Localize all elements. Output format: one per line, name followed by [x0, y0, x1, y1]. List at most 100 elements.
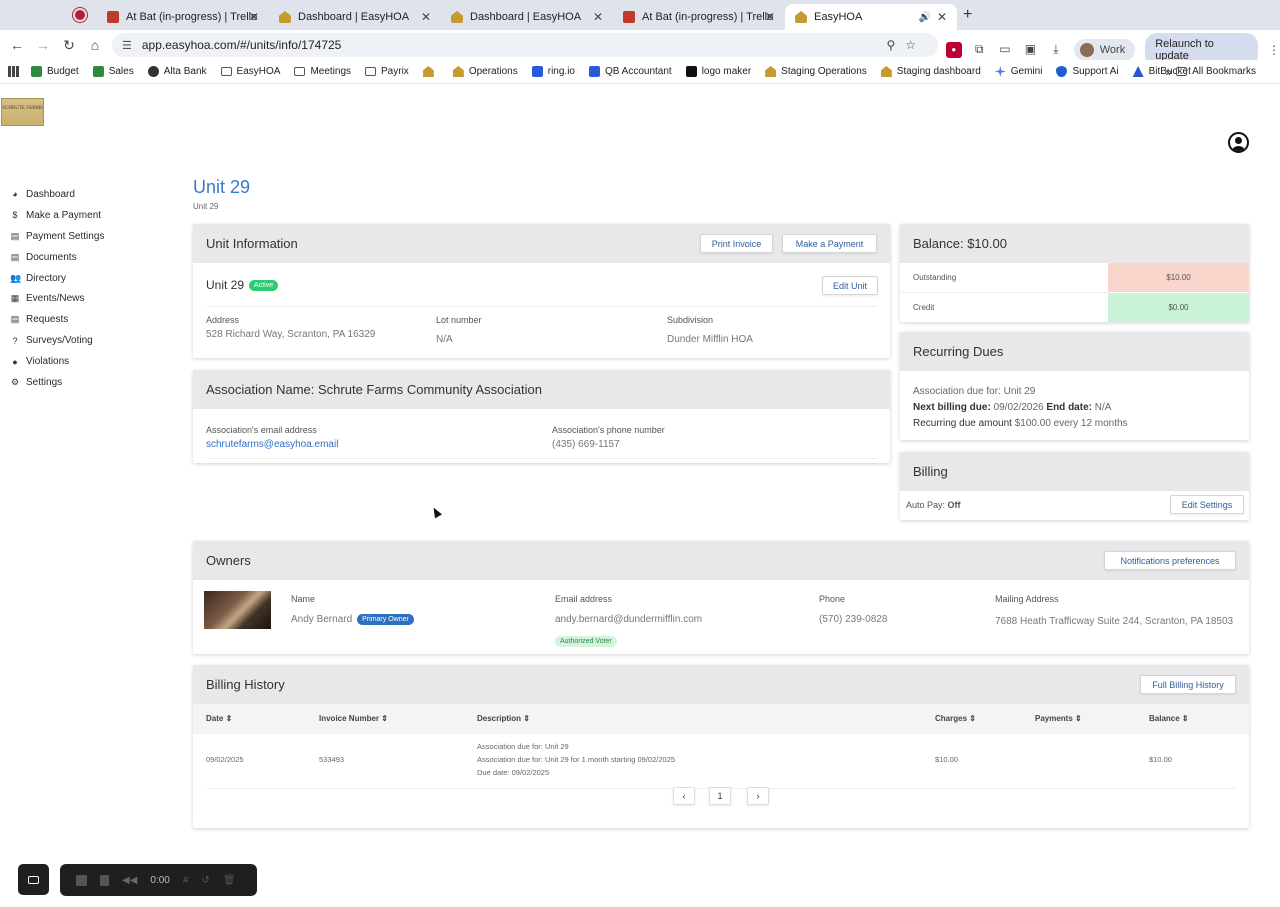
association-card: Association Name: Schrute Farms Communit… — [193, 370, 890, 463]
bookmark[interactable]: Staging dashboard — [880, 66, 981, 77]
all-bookmarks-folder[interactable]: All Bookmarks — [1176, 66, 1256, 77]
column-header-charges[interactable]: Charges ⇕ — [935, 714, 976, 723]
previous-page-icon[interactable]: ‹ — [673, 787, 695, 805]
camera-icon — [28, 875, 39, 884]
sidebar-item-directory[interactable]: 👥 Directory — [10, 268, 160, 289]
edit-unit-button[interactable]: Edit Unit — [822, 276, 878, 295]
browser-tab[interactable]: At Bat (in-progress) | Trello ✕ — [613, 4, 785, 30]
extensions-puzzle-icon[interactable]: ⧉ — [972, 42, 988, 58]
edit-settings-button[interactable]: Edit Settings — [1170, 495, 1244, 514]
sidebar-item-payment-settings[interactable]: ▤ Payment Settings — [10, 226, 160, 247]
column-header-description[interactable]: Description ⇕ — [477, 714, 530, 723]
full-billing-history-button[interactable]: Full Billing History — [1140, 675, 1236, 694]
bookmark[interactable]: Budget — [31, 66, 79, 77]
association-logo[interactable]: SCHRUTE FARMS — [1, 98, 44, 126]
address-bar[interactable]: ☰ app.easyhoa.com/#/units/info/174725 ⚲☆ — [112, 33, 938, 57]
zoom-icon[interactable]: ⚲ — [886, 38, 905, 52]
subdivision-value: Dunder Mifflin HOA — [667, 334, 753, 345]
bookmark[interactable]: Gemini — [994, 66, 1043, 77]
folder-icon — [365, 67, 377, 76]
sidebar-item-violations[interactable]: ● Violations — [10, 351, 160, 372]
bookmark-folder[interactable]: EasyHOA — [220, 66, 280, 77]
next-billing-label: Next billing due: — [913, 402, 991, 413]
browser-tab[interactable]: Dashboard | EasyHOA ✕ — [441, 4, 613, 30]
more-bookmarks-icon[interactable]: » — [1165, 65, 1172, 79]
sidebar-item-settings[interactable]: ⚙ Settings — [10, 372, 160, 393]
column-header-invoice[interactable]: Invoice Number ⇕ — [319, 714, 388, 723]
sidebar-item-requests[interactable]: ▤ Requests — [10, 309, 160, 330]
make-payment-button[interactable]: Make a Payment — [782, 234, 877, 253]
association-email-link[interactable]: schrutefarms@easyhoa.email — [206, 439, 338, 450]
bookmark[interactable]: ring.io — [531, 66, 575, 77]
sidebar-item-dashboard[interactable]: ◕ Dashboard — [10, 184, 160, 205]
speaker-icon[interactable]: 🔊 — [919, 12, 931, 23]
bookmark[interactable]: logo maker — [685, 66, 751, 77]
bookmark-folder[interactable]: Meetings — [294, 66, 351, 77]
reload-icon[interactable]: ↻ — [56, 37, 82, 54]
omnibox-actions[interactable]: ⚲☆ — [886, 38, 926, 52]
outstanding-value: $10.00 — [1108, 263, 1249, 292]
close-tab-icon[interactable]: ✕ — [765, 10, 775, 24]
bookmark[interactable]: Operations — [452, 66, 518, 77]
bookmark[interactable]: Alta Bank — [147, 66, 207, 77]
close-tab-icon[interactable]: ✕ — [421, 10, 431, 24]
browser-tab[interactable]: At Bat (in-progress) | Trello ✕ — [97, 4, 269, 30]
next-page-icon[interactable]: › — [747, 787, 769, 805]
tab-search-icon[interactable]: ▣ — [1023, 42, 1039, 58]
pause-icon[interactable] — [100, 874, 109, 886]
column-header-date[interactable]: Date ⇕ — [206, 714, 232, 723]
recording-indicator-icon — [75, 10, 85, 20]
restart-icon[interactable]: ↺ — [201, 875, 209, 886]
forward-icon[interactable]: → — [30, 37, 56, 53]
close-tab-icon[interactable]: ✕ — [593, 10, 603, 24]
bookmark[interactable]: Support Ai — [1056, 66, 1119, 77]
people-icon: 👥 — [10, 272, 22, 283]
document-icon: ▤ — [10, 314, 20, 325]
owner-email-value: andy.bernard@dundermifflin.com — [555, 614, 703, 625]
sidebar-item-events-news[interactable]: ▦ Events/News — [10, 288, 160, 309]
browser-tab-active[interactable]: EasyHOA 🔊 ✕ — [785, 4, 957, 30]
back-icon[interactable]: ← — [4, 37, 30, 53]
bookmark[interactable]: Sales — [92, 66, 134, 77]
stop-icon[interactable] — [76, 874, 87, 886]
recurring-amount-line: Recurring due amount $100.00 every 12 mo… — [913, 418, 1128, 429]
card-header: Billing — [900, 452, 1249, 491]
bookmark-star-icon[interactable]: ☆ — [905, 38, 926, 52]
folder-icon — [294, 67, 306, 76]
bookmark[interactable]: QB Accountant — [588, 66, 672, 77]
card-title: Unit Information — [206, 236, 298, 251]
apps-grid-icon[interactable] — [8, 66, 19, 77]
page-title: Unit 29 — [193, 177, 251, 197]
user-account-icon[interactable] — [1228, 132, 1249, 153]
home-icon[interactable]: ⌂ — [82, 37, 108, 53]
sidebar-item-documents[interactable]: ▤ Documents — [10, 247, 160, 268]
bookmark[interactable] — [422, 66, 439, 77]
page-number-button[interactable]: 1 — [709, 787, 731, 805]
camera-toggle-button[interactable] — [18, 864, 49, 895]
trash-icon[interactable]: 🗑 — [223, 875, 236, 886]
column-header-payments[interactable]: Payments ⇕ — [1035, 714, 1082, 723]
grid-icon[interactable]: # — [183, 875, 189, 886]
download-icon[interactable]: ⤓ — [1048, 42, 1064, 58]
extension-icon[interactable]: ● — [946, 42, 962, 58]
new-tab-icon[interactable]: + — [963, 6, 972, 24]
description-line: Association due for: Unit 29 for 1 month… — [477, 755, 676, 764]
bookmark[interactable]: Staging Operations — [765, 66, 867, 77]
menu-kebab-icon[interactable]: ⋮ — [1268, 43, 1280, 57]
sidebar-item-surveys-voting[interactable]: ? Surveys/Voting — [10, 330, 160, 351]
bookmark-label: Gemini — [1010, 66, 1043, 77]
close-tab-icon[interactable]: ✕ — [937, 10, 947, 24]
profile-button[interactable]: Work — [1073, 39, 1136, 61]
browser-tab[interactable]: Dashboard | EasyHOA ✕ — [269, 4, 441, 30]
bookmark-folder[interactable]: Payrix — [365, 66, 409, 77]
close-tab-icon[interactable]: ✕ — [249, 10, 259, 24]
sidebar-item-make-payment[interactable]: $ Make a Payment — [10, 205, 160, 226]
document-icon: ▤ — [10, 251, 20, 262]
print-invoice-button[interactable]: Print Invoice — [700, 234, 773, 253]
notifications-preferences-button[interactable]: Notifications preferences — [1104, 551, 1236, 570]
rewind-icon[interactable]: ◀◀ — [122, 875, 137, 886]
browser-toolbar: ← → ↻ ⌂ ☰ app.easyhoa.com/#/units/info/1… — [0, 30, 1280, 67]
cast-icon[interactable]: ▭ — [997, 42, 1013, 58]
site-info-icon[interactable]: ☰ — [122, 39, 132, 52]
column-header-balance[interactable]: Balance ⇕ — [1149, 714, 1189, 723]
